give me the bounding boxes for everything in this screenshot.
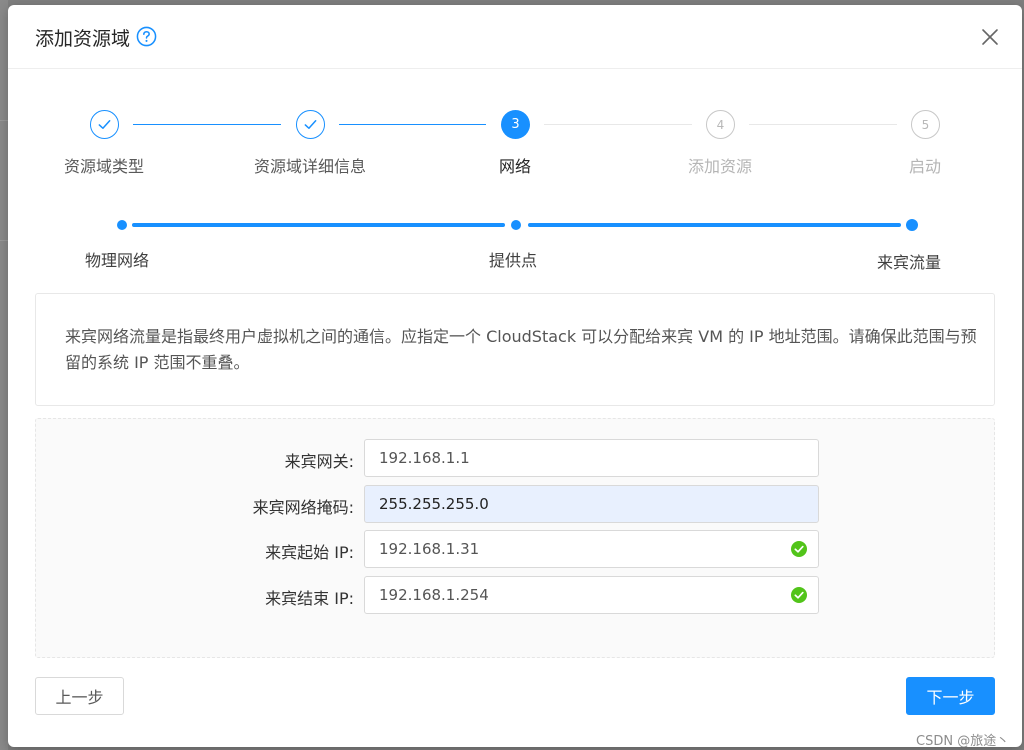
substep-dot[interactable]: [117, 220, 127, 230]
end-ip-label: 来宾结束 IP:: [265, 589, 354, 608]
info-text: 来宾网络流量是指最终用户虚拟机之间的通信。应指定一个 CloudStack 可以…: [65, 327, 977, 372]
step-connector: [749, 124, 897, 125]
form-row-netmask: 来宾网络掩码:: [36, 485, 994, 523]
substep-dot[interactable]: [511, 220, 521, 230]
network-substeps: 物理网络 提供点 来宾流量: [8, 210, 1022, 273]
substep-pod[interactable]: 提供点: [489, 247, 537, 271]
previous-button[interactable]: 上一步: [35, 677, 124, 715]
step-label: 启动: [908, 157, 941, 176]
form-row-gateway: 来宾网关:: [36, 439, 994, 477]
start-ip-label: 来宾起始 IP:: [265, 543, 354, 562]
background-page: [0, 0, 8, 750]
check-circle-icon: [791, 587, 807, 603]
step-label: 网络: [498, 157, 531, 176]
step-circle: [296, 110, 325, 139]
substep-guest-traffic[interactable]: 来宾流量: [877, 249, 941, 273]
substep-connector: [528, 223, 901, 227]
netmask-label: 来宾网络掩码:: [252, 498, 354, 517]
dialog-header: 添加资源域: [8, 5, 1022, 69]
close-icon[interactable]: [980, 27, 1000, 47]
form-row-start-ip: 来宾起始 IP:: [36, 530, 994, 568]
check-icon: [304, 120, 317, 129]
info-box: 来宾网络流量是指最终用户虚拟机之间的通信。应指定一个 CloudStack 可以…: [35, 293, 995, 406]
guest-traffic-form: 来宾网关: 来宾网络掩码: 来宾起始 IP: 来宾结束 IP:: [35, 418, 995, 658]
form-row-end-ip: 来宾结束 IP:: [36, 576, 994, 614]
background-divider: [0, 120, 8, 121]
step-circle: [90, 110, 119, 139]
guest-start-ip-input[interactable]: [364, 530, 819, 568]
add-zone-dialog: 添加资源域 资源域类型 资源域详细信息 3 网络 4 添加资源 5 启动 物理网…: [8, 5, 1022, 747]
step-circle: 3: [501, 110, 530, 139]
step-connector: [544, 124, 692, 125]
step-circle: 5: [911, 110, 940, 139]
watermark: CSDN @旅途丶: [916, 734, 1010, 747]
question-circle-icon[interactable]: [136, 26, 157, 47]
wizard-steps: 资源域类型 资源域详细信息 3 网络 4 添加资源 5 启动: [8, 105, 1022, 185]
step-label: 资源域详细信息: [253, 157, 366, 176]
step-connector: [339, 124, 486, 125]
step-circle: 4: [706, 110, 735, 139]
step-label: 添加资源: [687, 157, 752, 176]
dialog-title: 添加资源域: [35, 28, 131, 50]
substep-dot[interactable]: [906, 219, 918, 231]
next-button[interactable]: 下一步: [906, 677, 995, 715]
guest-gateway-input[interactable]: [364, 439, 819, 477]
substep-connector: [132, 223, 505, 227]
substep-physical-network[interactable]: 物理网络: [85, 247, 149, 271]
guest-end-ip-input[interactable]: [364, 576, 819, 614]
guest-netmask-input[interactable]: [364, 485, 819, 523]
step-label: 资源域类型: [63, 157, 144, 176]
gateway-label: 来宾网关:: [284, 452, 354, 471]
check-circle-icon: [791, 541, 807, 557]
check-icon: [98, 120, 111, 129]
step-connector: [133, 124, 281, 125]
background-divider: [0, 240, 8, 241]
